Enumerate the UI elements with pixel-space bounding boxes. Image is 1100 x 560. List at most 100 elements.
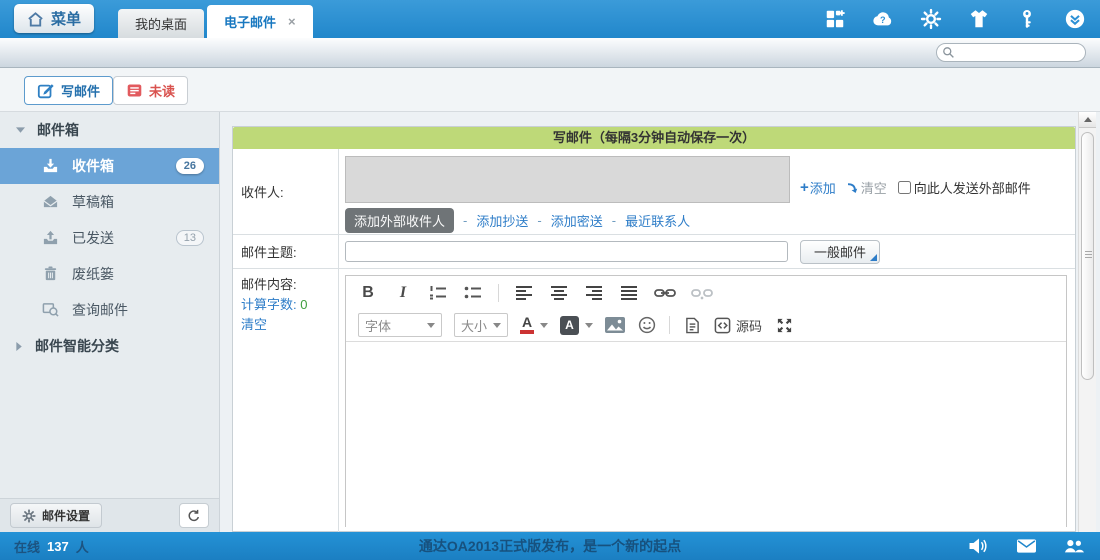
subject-row: 邮件主题: 一般邮件 <box>233 235 1075 269</box>
key-icon[interactable] <box>1015 7 1038 30</box>
tab-email[interactable]: 电子邮件 × <box>207 5 313 38</box>
bullet-list-button[interactable] <box>463 282 483 304</box>
chevron-down-icon <box>493 323 501 328</box>
announcement-text: 通达OA2013正式版发布，是一个新的起点 <box>0 532 1100 560</box>
editor-content-area[interactable] <box>346 342 1066 528</box>
compose-icon <box>37 82 55 100</box>
clear-arrow-icon <box>847 182 859 194</box>
mail-settings-button[interactable]: 邮件设置 <box>10 503 102 528</box>
subject-label: 邮件主题: <box>233 235 339 268</box>
refresh-button[interactable] <box>179 503 209 528</box>
text-color-button[interactable]: A <box>520 314 548 336</box>
content-label: 邮件内容: <box>241 275 338 295</box>
topbar-icon-group: ? <box>823 7 1086 30</box>
mail-type-button[interactable]: 一般邮件 <box>800 240 880 264</box>
color-swatch <box>520 330 534 334</box>
highlight-color-button[interactable]: A <box>560 314 593 336</box>
compose-button[interactable]: 写邮件 <box>24 76 113 105</box>
chevron-right-icon <box>15 341 24 352</box>
sound-icon[interactable] <box>968 537 988 555</box>
add-cc-link[interactable]: 添加抄送 <box>476 211 528 230</box>
align-justify-button[interactable] <box>619 282 639 304</box>
users-icon[interactable] <box>1064 537 1084 555</box>
home-icon <box>27 11 44 27</box>
editor-toolbar-row2: 字体 大小 A A <box>346 309 1066 342</box>
scroll-up-button[interactable] <box>1079 112 1096 128</box>
sidebar-item-inbox[interactable]: 收件箱 26 <box>0 148 219 184</box>
scrollbar-grip <box>1085 251 1092 260</box>
mail-sidebar: 邮件箱 收件箱 26 草稿箱 已发送 13 废纸篓 查询邮件 <box>0 112 220 532</box>
statusbar-icons <box>968 532 1084 560</box>
close-tab-icon[interactable]: × <box>288 14 296 29</box>
chevron-down-icon <box>540 323 548 328</box>
recipient-box[interactable] <box>345 156 790 203</box>
word-count-label: 计算字数: <box>241 297 297 312</box>
align-center-button[interactable] <box>549 282 569 304</box>
toolbar-divider <box>669 316 670 334</box>
sidebar-item-search-mail[interactable]: 查询邮件 <box>0 292 219 328</box>
link-button[interactable] <box>654 282 676 304</box>
menu-button[interactable]: 菜单 <box>14 4 94 33</box>
search-input[interactable] <box>936 43 1086 62</box>
status-bar: 通达OA2013正式版发布，是一个新的起点 在线 137 人 <box>0 532 1100 560</box>
tab-my-desktop[interactable]: 我的桌面 <box>118 9 204 38</box>
theme-shirt-icon[interactable] <box>967 7 990 30</box>
sub-bar <box>0 38 1100 68</box>
clear-content-link[interactable]: 清空 <box>241 315 338 335</box>
menu-label: 菜单 <box>51 8 81 29</box>
insert-image-button[interactable] <box>605 314 625 336</box>
clear-recipient-link[interactable]: 清空 <box>847 178 887 197</box>
sent-icon <box>42 229 60 247</box>
add-external-recipient-button[interactable]: 添加外部收件人 <box>345 208 454 233</box>
collapse-chevrons-icon[interactable] <box>1063 7 1086 30</box>
fullscreen-button[interactable] <box>774 314 794 336</box>
font-family-select[interactable]: 字体 <box>358 313 442 337</box>
sidebar-item-trash[interactable]: 废纸篓 <box>0 256 219 292</box>
sidebar-footer: 邮件设置 <box>0 498 219 532</box>
align-right-button[interactable] <box>584 282 604 304</box>
separator: - <box>463 213 467 228</box>
sidebar-item-drafts[interactable]: 草稿箱 <box>0 184 219 220</box>
sidebar-section-smart-sort[interactable]: 邮件智能分类 <box>0 328 219 364</box>
mail-icon[interactable] <box>1016 537 1036 555</box>
apps-grid-icon[interactable] <box>823 7 846 30</box>
align-left-button[interactable] <box>514 282 534 304</box>
add-bcc-link[interactable]: 添加密送 <box>551 211 603 230</box>
inbox-icon <box>42 157 60 175</box>
sidebar-section-mailbox[interactable]: 邮件箱 <box>0 112 219 148</box>
emoji-button[interactable] <box>637 314 657 336</box>
search-icon <box>942 46 955 59</box>
sent-count-badge: 13 <box>176 230 204 246</box>
subject-input[interactable] <box>345 241 788 262</box>
compose-header: 写邮件（每隔3分钟自动保存一次） <box>233 127 1075 149</box>
chevron-down-icon <box>585 323 593 328</box>
top-bar: 菜单 我的桌面 电子邮件 × ? <box>0 0 1100 38</box>
source-code-button[interactable]: 源码 <box>714 314 762 336</box>
bold-button[interactable]: B <box>358 282 378 304</box>
unlink-button[interactable] <box>691 282 713 304</box>
document-button[interactable] <box>682 314 702 336</box>
recipient-label: 收件人: <box>233 149 339 234</box>
recent-contacts-link[interactable]: 最近联系人 <box>625 211 690 230</box>
search-mail-icon <box>42 301 60 319</box>
help-cloud-icon[interactable]: ? <box>871 7 894 30</box>
vertical-scrollbar[interactable] <box>1078 112 1096 532</box>
drafts-icon <box>42 193 60 211</box>
trash-icon <box>42 265 60 283</box>
word-count-value: 0 <box>300 297 307 312</box>
ordered-list-button[interactable] <box>428 282 448 304</box>
add-recipient-link[interactable]: + 添加 <box>800 178 836 197</box>
font-size-select[interactable]: 大小 <box>454 313 508 337</box>
settings-gear-icon[interactable] <box>919 7 942 30</box>
sidebar-item-sent[interactable]: 已发送 13 <box>0 220 219 256</box>
scrollbar-thumb[interactable] <box>1081 132 1094 380</box>
tab-strip: 我的桌面 电子邮件 × <box>118 5 316 38</box>
inbox-unread-badge: 26 <box>176 158 204 174</box>
separator: - <box>537 213 541 228</box>
toolbar-divider <box>498 284 499 302</box>
send-external-checkbox[interactable] <box>898 181 911 194</box>
content-row: 邮件内容: 计算字数: 0 清空 B I <box>233 269 1075 533</box>
italic-button[interactable]: I <box>393 282 413 304</box>
svg-text:?: ? <box>880 15 886 25</box>
unread-button[interactable]: 未读 <box>113 76 188 105</box>
